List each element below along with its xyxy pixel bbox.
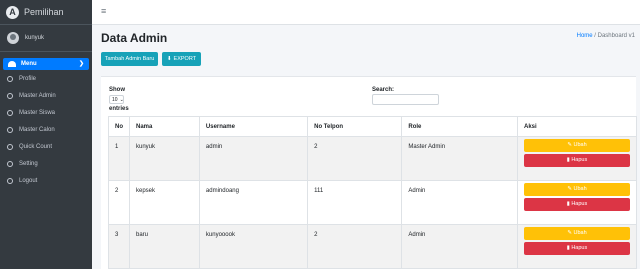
entries-select[interactable]: 10 ⌄	[109, 95, 124, 104]
export-button-label: EXPORT	[173, 56, 197, 62]
breadcrumb-separator: /	[594, 33, 596, 39]
table-row: 1 kunyuk admin 2 Master Admin ✎ Ubah ▮ H…	[108, 136, 637, 181]
cell-nama: kunyuk	[129, 136, 200, 181]
search-label: Search:	[372, 87, 395, 93]
top-navbar: ≡	[92, 0, 640, 25]
edit-button[interactable]: ✎ Ubah	[524, 183, 630, 196]
data-card: Show 10 ⌄ entries Search: No Nama Userna…	[101, 76, 637, 269]
avatar	[7, 32, 19, 44]
chevron-icon: ❯	[78, 61, 84, 67]
sidebar-item-master-calon[interactable]: Master Calon	[7, 125, 55, 135]
circle-icon	[7, 76, 13, 82]
cell-aksi: ✎ Ubah ▮ Hapus	[517, 180, 637, 225]
circle-icon	[7, 93, 13, 99]
circle-icon	[7, 127, 13, 133]
sidebar-item-label: Menu	[21, 61, 37, 67]
sidebar-item-label: Profile	[19, 76, 37, 82]
edit-button[interactable]: ✎ Ubah	[524, 139, 630, 152]
export-button[interactable]: ⬇ EXPORT	[162, 52, 201, 66]
cell-role: Admin	[401, 224, 518, 269]
circle-icon	[7, 161, 13, 167]
column-header-role[interactable]: Role	[401, 116, 518, 137]
sidebar-item-logout[interactable]: Logout	[7, 176, 37, 186]
cell-no: 2	[108, 180, 130, 225]
breadcrumb: Home / Dashboard v1	[577, 33, 635, 39]
column-header-nama[interactable]: Nama	[129, 116, 200, 137]
sidebar-item-setting[interactable]: Setting	[7, 159, 38, 169]
page-title: Data Admin	[101, 31, 168, 45]
delete-button[interactable]: ▮ Hapus	[524, 242, 630, 255]
show-label: Show	[109, 87, 125, 93]
cell-username: kunyooook	[198, 224, 309, 269]
sidebar-item-label: Master Calon	[19, 127, 55, 133]
sidebar-item-master-siswa[interactable]: Master Siswa	[7, 108, 55, 118]
column-header-no[interactable]: No	[108, 116, 130, 137]
cell-no: 1	[108, 136, 130, 181]
hamburger-icon[interactable]: ≡	[101, 6, 106, 16]
cell-username: admindoang	[198, 180, 309, 225]
delete-button[interactable]: ▮ Hapus	[524, 198, 630, 211]
cell-telpon: 2	[307, 224, 403, 269]
download-icon: ⬇	[166, 56, 172, 62]
user-panel[interactable]: kunyuk	[0, 25, 92, 52]
cell-telpon: 111	[307, 180, 403, 225]
edit-button[interactable]: ✎ Ubah	[524, 227, 630, 240]
sidebar-item-label: Logout	[19, 178, 38, 184]
circle-icon	[7, 144, 13, 150]
cell-nama: baru	[129, 224, 200, 269]
column-header-username[interactable]: Username	[198, 116, 309, 137]
tachometer-icon	[8, 61, 16, 67]
circle-icon	[7, 110, 13, 116]
table-row: 2 kepsek admindoang 111 Admin ✎ Ubah ▮ H…	[108, 180, 637, 225]
brand-name: Pemilihan	[24, 7, 64, 17]
column-header-telpon[interactable]: No Telpon	[307, 116, 403, 137]
entries-select-value: 10	[112, 96, 118, 103]
search-input[interactable]	[372, 94, 439, 105]
column-header-aksi[interactable]: Aksi	[517, 116, 637, 137]
delete-button[interactable]: ▮ Hapus	[524, 154, 630, 167]
sidebar-item-menu[interactable]: Menu ❯	[3, 58, 89, 70]
brand-link[interactable]: A Pemilihan	[0, 0, 92, 25]
entries-label: entries	[109, 106, 129, 112]
sidebar-item-label: Master Siswa	[19, 110, 56, 116]
cell-aksi: ✎ Ubah ▮ Hapus	[517, 224, 637, 269]
sidebar-item-quick-count[interactable]: Quick Count	[7, 142, 52, 152]
cell-username: admin	[198, 136, 309, 181]
chevron-down-icon: ⌄	[119, 96, 124, 103]
brand-logo-icon: A	[6, 5, 19, 19]
breadcrumb-home-link[interactable]: Home	[577, 33, 593, 39]
cell-no: 3	[108, 224, 130, 269]
sidebar-item-label: Setting	[19, 161, 38, 167]
sidebar-item-profile[interactable]: Profile	[7, 74, 36, 84]
cell-role: Master Admin	[401, 136, 518, 181]
cell-telpon: 2	[307, 136, 403, 181]
breadcrumb-current: Dashboard v1	[597, 33, 635, 39]
cell-role: Admin	[401, 180, 518, 225]
cell-nama: kepsek	[129, 180, 200, 225]
table-header-row: No Nama Username No Telpon Role Aksi	[108, 116, 637, 137]
sidebar-item-master-admin[interactable]: Master Admin	[7, 91, 56, 101]
cell-aksi: ✎ Ubah ▮ Hapus	[517, 136, 637, 181]
sidebar: A Pemilihan kunyuk Menu ❯ Profile Master…	[0, 0, 92, 269]
table-row: 3 baru kunyooook 2 Admin ✎ Ubah ▮ Hapus	[108, 224, 637, 269]
add-admin-button[interactable]: Tambah Admin Baru	[101, 52, 158, 66]
admin-table: No Nama Username No Telpon Role Aksi 1 k…	[108, 116, 637, 269]
sidebar-item-label: Master Admin	[19, 93, 56, 99]
sidebar-item-label: Quick Count	[19, 144, 53, 150]
user-name: kunyuk	[25, 35, 45, 41]
circle-icon	[7, 178, 13, 184]
